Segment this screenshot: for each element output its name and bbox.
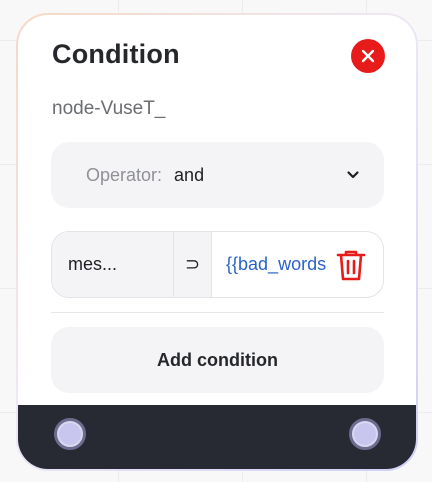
condition-value-input[interactable]: {{bad_words}} <box>212 232 383 297</box>
node-footer <box>18 405 416 469</box>
condition-node[interactable]: Condition node-VuseT_ Operator: and mes.… <box>16 13 418 471</box>
input-handle[interactable] <box>54 418 86 450</box>
add-condition-button[interactable]: Add condition <box>51 327 384 393</box>
divider <box>51 312 384 313</box>
close-button[interactable] <box>351 39 385 73</box>
output-handle[interactable] <box>349 418 381 450</box>
node-title: Condition <box>52 39 180 69</box>
operator-value: and <box>174 164 205 185</box>
node-id-label: node-VuseT_ <box>52 98 166 119</box>
condition-operator-select[interactable]: ⊃ <box>174 232 212 297</box>
operator-select[interactable]: Operator: and <box>51 142 384 208</box>
condition-node-body: Condition node-VuseT_ Operator: and mes.… <box>18 15 416 469</box>
close-icon <box>361 49 375 63</box>
condition-value-text: {{bad_words}} <box>226 254 326 274</box>
chevron-down-icon <box>347 171 359 179</box>
operator-label: Operator: <box>86 164 163 185</box>
trash-icon <box>336 250 366 281</box>
condition-field-select[interactable]: mes... <box>52 232 174 297</box>
delete-condition-button[interactable] <box>335 248 367 282</box>
condition-row: mes... ⊃ {{bad_words}} <box>51 231 384 298</box>
